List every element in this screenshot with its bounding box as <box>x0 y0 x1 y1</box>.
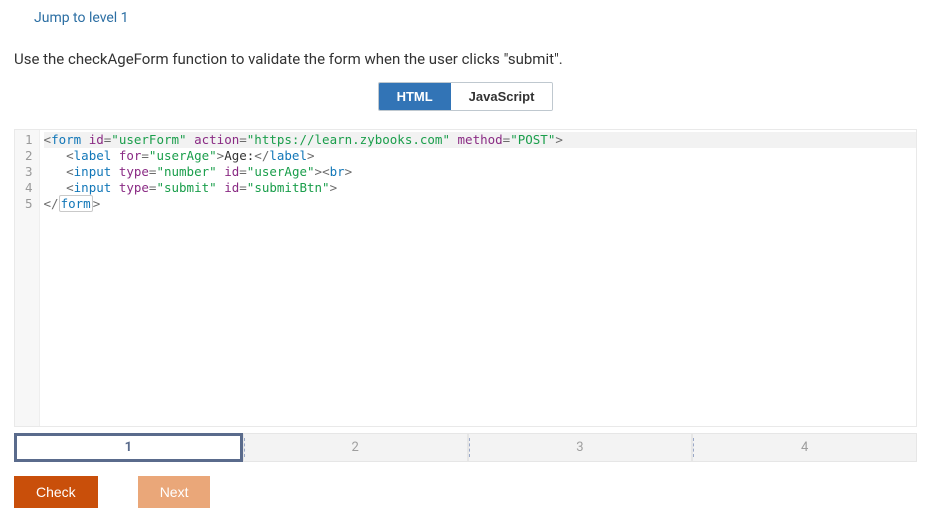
jump-to-level-link[interactable]: Jump to level 1 <box>0 0 931 36</box>
code-token: < <box>322 164 330 179</box>
code-token: "number" <box>156 164 216 179</box>
code-editor[interactable]: 12345 <form id="userForm" action="https:… <box>14 129 917 427</box>
line-number: 2 <box>25 148 33 164</box>
code-token: label <box>269 148 307 163</box>
step-2[interactable]: 2 <box>243 433 468 462</box>
code-token: method <box>458 132 503 147</box>
exercise-prompt: Use the checkAgeForm function to validat… <box>0 36 931 82</box>
code-token: < <box>66 180 74 195</box>
code-token <box>44 164 67 179</box>
tab-javascript[interactable]: JavaScript <box>451 83 553 110</box>
code-token: action <box>194 132 239 147</box>
code-token <box>111 148 119 163</box>
code-token <box>450 132 458 147</box>
code-token: label <box>74 148 112 163</box>
code-token: "userAge" <box>247 164 315 179</box>
code-line[interactable]: <input type="submit" id="submitBtn"> <box>44 180 916 196</box>
code-token: "userAge" <box>149 148 217 163</box>
step-indicator: 1234 <box>14 433 917 462</box>
code-token <box>111 180 119 195</box>
code-token: </ <box>44 196 59 211</box>
next-button[interactable]: Next <box>138 476 211 508</box>
language-tabs: HTML JavaScript <box>0 82 931 111</box>
code-token <box>44 148 67 163</box>
code-token: > <box>307 148 315 163</box>
code-token: > <box>315 164 323 179</box>
line-number: 5 <box>25 196 33 212</box>
line-gutter: 12345 <box>15 130 40 426</box>
code-token: > <box>93 196 101 211</box>
code-token: = <box>141 148 149 163</box>
code-token <box>187 132 195 147</box>
code-token: </ <box>254 148 269 163</box>
code-token: form <box>59 195 93 212</box>
step-1[interactable]: 1 <box>14 433 243 462</box>
code-token: "https://learn.zybooks.com" <box>247 132 450 147</box>
step-4[interactable]: 4 <box>692 433 917 462</box>
code-area[interactable]: <form id="userForm" action="https://lear… <box>40 130 916 426</box>
code-token: > <box>330 180 338 195</box>
line-number: 4 <box>25 180 33 196</box>
code-token: input <box>74 164 112 179</box>
code-token: id <box>89 132 104 147</box>
code-token: "POST" <box>510 132 555 147</box>
step-3[interactable]: 3 <box>468 433 693 462</box>
code-token: < <box>66 164 74 179</box>
code-token: > <box>345 164 353 179</box>
code-token: "submit" <box>156 180 216 195</box>
code-line[interactable]: </form> <box>44 196 916 212</box>
code-token: for <box>119 148 142 163</box>
code-token: < <box>44 132 52 147</box>
code-line[interactable]: <input type="number" id="userAge"><br> <box>44 164 916 180</box>
code-token <box>111 164 119 179</box>
code-token: "userForm" <box>111 132 186 147</box>
code-token: id <box>224 164 239 179</box>
code-token: id <box>224 180 239 195</box>
line-number: 1 <box>25 132 33 148</box>
code-token: = <box>239 164 247 179</box>
code-token: type <box>119 180 149 195</box>
check-button[interactable]: Check <box>14 476 98 508</box>
code-token: = <box>239 132 247 147</box>
code-token: form <box>51 132 81 147</box>
code-token: = <box>239 180 247 195</box>
code-token: "submitBtn" <box>247 180 330 195</box>
code-token: input <box>74 180 112 195</box>
code-token: > <box>555 132 563 147</box>
code-token: type <box>119 164 149 179</box>
code-token: < <box>66 148 74 163</box>
code-token: br <box>330 164 345 179</box>
code-token: Age: <box>224 148 254 163</box>
code-token <box>44 180 67 195</box>
code-token <box>81 132 89 147</box>
line-number: 3 <box>25 164 33 180</box>
tab-html[interactable]: HTML <box>379 83 451 110</box>
code-line[interactable]: <form id="userForm" action="https://lear… <box>44 132 916 148</box>
code-line[interactable]: <label for="userAge">Age:</label> <box>44 148 916 164</box>
